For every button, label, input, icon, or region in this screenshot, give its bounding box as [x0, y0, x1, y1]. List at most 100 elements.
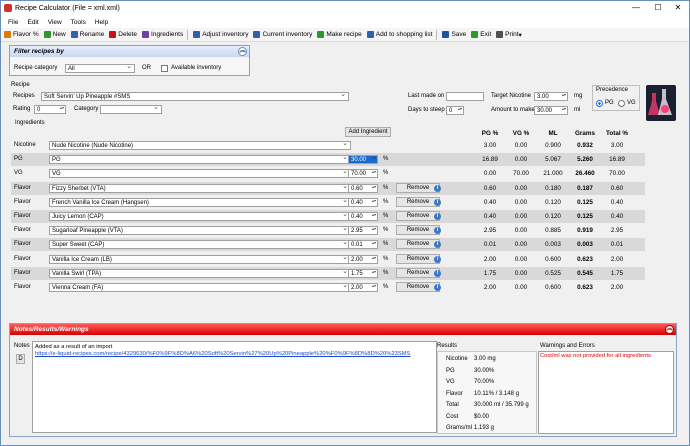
toolbar-rename-button[interactable]: Rename — [70, 31, 104, 38]
ingredient-percent-input[interactable]: 0.40 — [348, 212, 378, 221]
ingredients-group-label: Ingredients — [15, 120, 45, 126]
close-button[interactable]: ✕ — [667, 2, 689, 14]
print-dropdown-icon[interactable]: ▾ — [519, 31, 522, 39]
results-box: Nicotine 3.00 mg PG 30.00% VG 70.00% Flavor 10.… — [437, 351, 537, 434]
rating-label: Rating — [13, 106, 31, 112]
percent-sign: % — [383, 184, 389, 191]
maximize-button[interactable]: ☐ — [647, 2, 669, 14]
minimize-button[interactable]: — — [625, 2, 647, 14]
ingredient-percent-input[interactable]: 2.00 — [348, 254, 378, 264]
ingredients-icon — [142, 31, 150, 38]
app-icon — [4, 4, 12, 12]
toolbar-adjust-inventory-button[interactable]: Adjust inventory — [193, 31, 248, 38]
result-key: PG — [446, 367, 455, 374]
notes-d-button[interactable]: D — [16, 354, 25, 364]
collapse-filter-icon[interactable]: ︽ — [238, 47, 247, 56]
toolbar-new-button[interactable]: New — [43, 31, 66, 38]
last-made-input[interactable] — [446, 92, 484, 101]
ingredient-vg: 0.00 — [514, 269, 528, 277]
result-value: 30.00% — [474, 367, 495, 374]
rating-input[interactable]: 0 — [34, 105, 66, 114]
ingredient-select[interactable]: Juicy Lemon (CAP) — [49, 212, 351, 221]
toolbar-make-recipe-button[interactable]: Make recipe — [317, 31, 362, 38]
ingredient-grams: 0.003 — [577, 241, 593, 249]
ingredient-percent-input[interactable]: 70.00 — [348, 169, 378, 179]
ingredient-select[interactable]: Nude Nicotine (Nude Nicotine) — [49, 141, 351, 150]
ingredient-percent-input[interactable]: 0.60 — [348, 183, 378, 193]
toolbar-add-to-shopping-list-button[interactable]: Add to shopping list — [366, 31, 432, 38]
info-icon[interactable]: i — [434, 284, 441, 291]
ingredient-percent-input[interactable]: 2.00 — [348, 283, 378, 292]
ingredient-select[interactable]: Vanilla Swirl (TPA) — [49, 268, 351, 278]
toolbar-delete-button[interactable]: Delete — [109, 31, 137, 38]
ingredient-pg: 0.60 — [483, 184, 497, 192]
notes-line: Added as a result of an import — [35, 344, 113, 350]
toolbar-ingredients-button[interactable]: Ingredients — [142, 31, 183, 38]
ingredient-row: FlavorVanilla Swirl (TPA)1.75%Removei1.7… — [11, 266, 645, 280]
ingredient-select[interactable]: Sugarloaf Pineapple (VTA) — [49, 226, 351, 236]
info-icon[interactable]: i — [434, 255, 441, 263]
ingredient-grams: 5.260 — [577, 156, 593, 164]
ingredient-grams: 0.125 — [577, 213, 593, 220]
flavor-icon — [4, 31, 11, 38]
ingredient-select[interactable]: Vanilla Ice Cream (LB) — [49, 254, 351, 264]
ingredient-select[interactable]: VG — [49, 169, 351, 179]
info-icon[interactable]: i — [434, 198, 441, 206]
menu-tools[interactable]: Tools — [71, 19, 86, 26]
category-select[interactable] — [100, 105, 162, 114]
menu-edit[interactable]: Edit — [27, 19, 38, 26]
menu-file[interactable]: File — [8, 19, 18, 26]
pg-radio[interactable] — [596, 100, 603, 107]
ingredient-percent-input[interactable]: 1.75 — [348, 268, 378, 278]
info-icon[interactable]: i — [434, 213, 441, 220]
ingredient-ml: 0.600 — [545, 255, 561, 263]
toolbar-save-button[interactable]: Save — [442, 31, 466, 38]
filter-header: Filter recipes by ︽ — [10, 46, 249, 57]
info-icon[interactable]: i — [434, 184, 441, 192]
amount-unit: ml — [574, 107, 581, 113]
ingredient-select[interactable]: Fizzy Sherbet (VTA) — [49, 183, 351, 193]
vg-radio[interactable] — [618, 100, 625, 107]
inventory-icon — [253, 31, 261, 38]
lab-flasks-icon — [646, 85, 676, 121]
ingredient-percent-input[interactable]: 0.40 — [348, 197, 378, 207]
toolbar-current-inventory-button[interactable]: Current inventory — [253, 31, 312, 38]
recipes-label: Recipes — [13, 93, 35, 99]
menu-help[interactable]: Help — [95, 19, 108, 26]
ingredient-row: Nicotine Nude Nicotine (Nude Nicotine) 3.0… — [11, 139, 645, 152]
save-icon — [442, 31, 450, 38]
toolbar-flavor-button[interactable]: Flavor % — [4, 31, 39, 38]
menu-view[interactable]: View — [48, 19, 62, 26]
ingredient-vg: 0.00 — [514, 156, 528, 164]
available-inventory-checkbox[interactable] — [161, 65, 168, 72]
notes-textarea[interactable]: Added as a result of an import https://e… — [32, 341, 437, 433]
amount-to-make-input[interactable]: 30.00 — [534, 106, 568, 115]
ingredient-select[interactable]: Vienna Cream (FA) — [49, 283, 351, 292]
ingredient-select[interactable]: Super Sweet (CAP) — [49, 240, 351, 250]
result-key: VG — [446, 379, 455, 385]
days-to-steep-input[interactable]: 0 — [446, 106, 464, 115]
add-ingredient-button[interactable]: Add Ingredient — [345, 127, 391, 137]
recipe-link[interactable]: https://e-liquid-recipes.com/recipe/4329… — [35, 351, 434, 358]
ingredient-percent-input[interactable]: 2.95 — [348, 226, 378, 236]
toolbar-exit-button[interactable]: Exit — [471, 31, 491, 38]
percent-sign: % — [383, 170, 389, 177]
or-label: OR — [142, 65, 151, 71]
ingredient-total: 2.95 — [610, 227, 624, 235]
ingredient-percent-input[interactable]: 0.01 — [348, 240, 378, 250]
target-nicotine-input[interactable]: 3.00 — [534, 92, 568, 101]
ingredient-select[interactable]: French Vanilla Ice Cream (Hangsen) — [49, 197, 351, 207]
ingredient-percent-input[interactable]: 30.00 — [348, 155, 378, 165]
toolbar-label: Make recipe — [326, 31, 362, 38]
recipes-select[interactable]: Soft Servin' Up Pineapple #SMS — [41, 92, 349, 101]
percent-sign: % — [383, 284, 389, 290]
collapse-notes-icon[interactable]: ︽ — [665, 325, 674, 334]
ingredient-type: Nicotine — [14, 142, 36, 148]
ingredient-type: Flavor — [14, 269, 31, 276]
info-icon[interactable]: i — [434, 269, 441, 277]
toolbar-print-button[interactable]: Print ▾ — [496, 31, 522, 39]
ingredient-select[interactable]: PG — [49, 155, 351, 165]
result-value: 3.00 mg — [474, 356, 496, 362]
recipe-category-select[interactable]: All — [65, 64, 135, 73]
plus-icon — [43, 31, 51, 38]
